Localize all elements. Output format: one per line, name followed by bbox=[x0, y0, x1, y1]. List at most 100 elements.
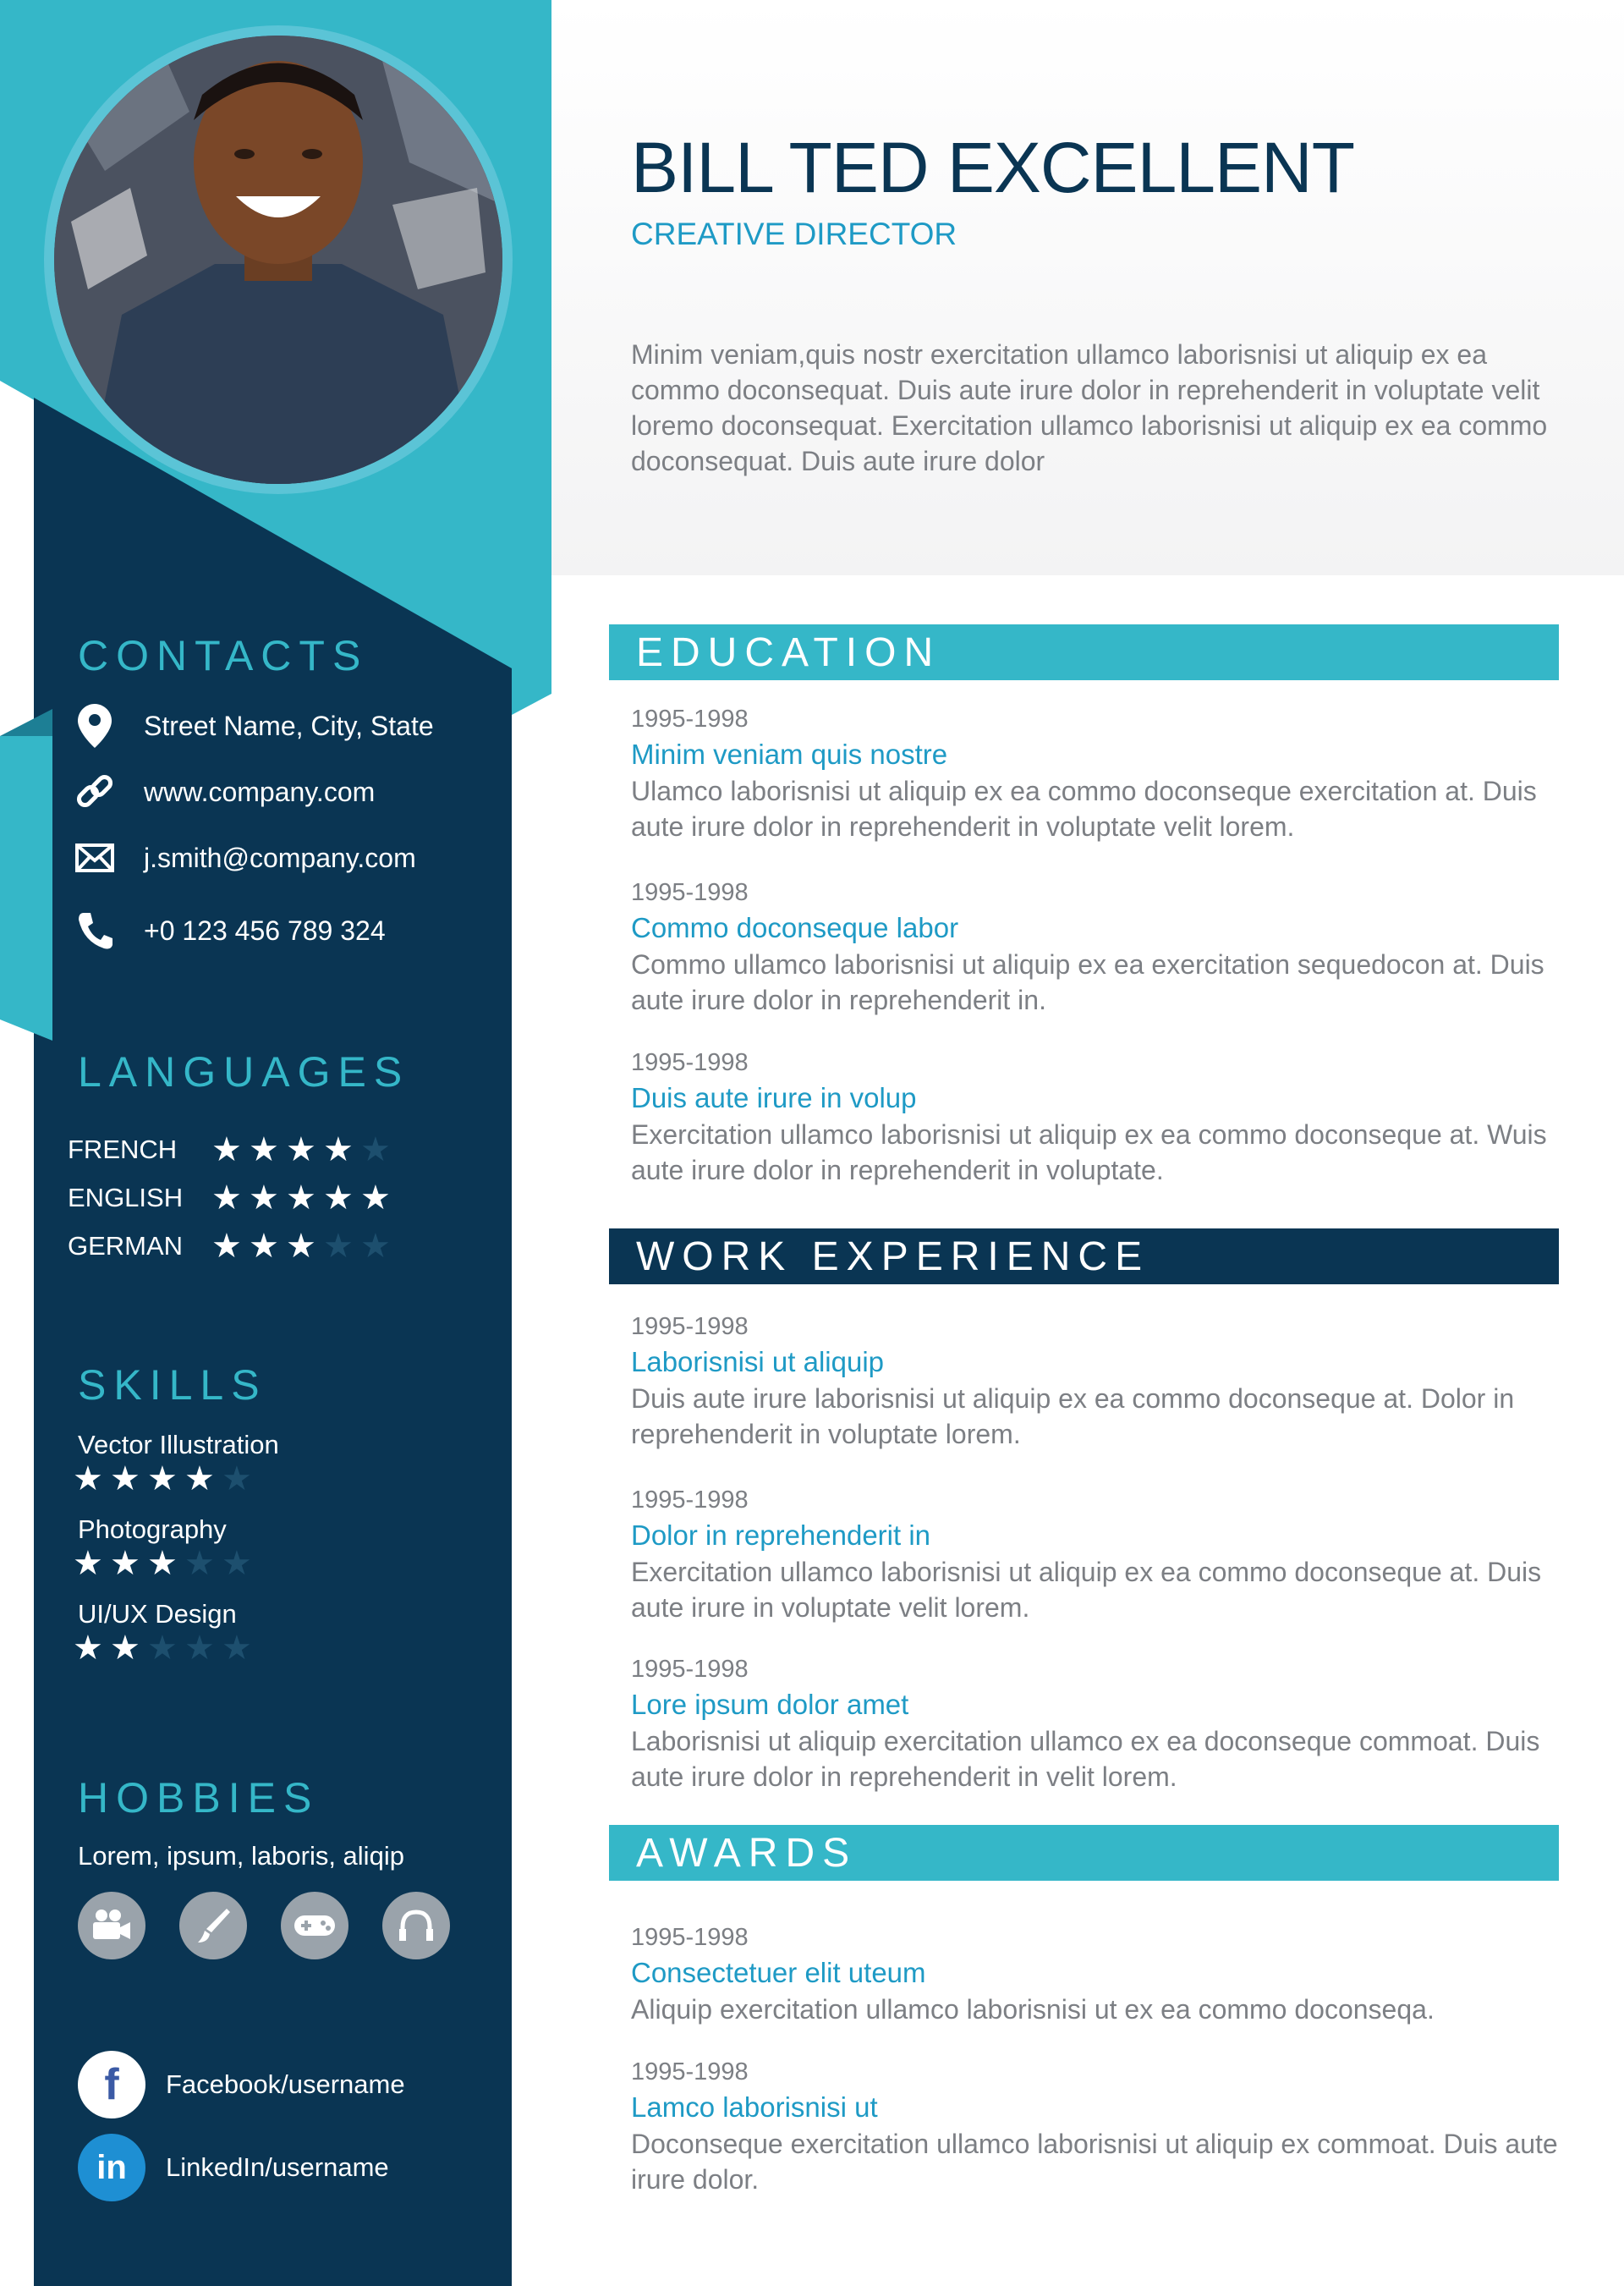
entry-description: Laborisnisi ut aliquip exercitation ulla… bbox=[631, 1726, 1540, 1792]
entry-years: 1995-1998 bbox=[631, 1049, 749, 1076]
education-heading: EDUCATION bbox=[609, 624, 1559, 680]
entry-description: Doconseque exercitation ullamco laborisn… bbox=[631, 2129, 1558, 2195]
social-linkedin[interactable]: in LinkedIn/username bbox=[78, 2134, 484, 2201]
contact-website[interactable]: www.company.com bbox=[73, 767, 479, 817]
star-icon: ★ bbox=[73, 1629, 103, 1667]
gamepad-icon bbox=[281, 1892, 348, 1959]
language-name: FRENCH bbox=[68, 1135, 178, 1164]
skill-rating: ★ ★ ★ ★ ★ bbox=[73, 1547, 259, 1580]
star-icon: ★ bbox=[110, 1545, 140, 1582]
language-row: ENGLISH ★ ★ ★ ★ ★ bbox=[68, 1177, 423, 1219]
star-icon: ★ bbox=[286, 1131, 316, 1168]
location-pin-icon bbox=[73, 704, 117, 748]
languages-heading: LANGUAGES bbox=[78, 1048, 410, 1096]
language-row: FRENCH ★ ★ ★ ★ ★ bbox=[68, 1129, 423, 1171]
entry-description: Exercitation ullamco laborisnisi ut aliq… bbox=[631, 1557, 1542, 1623]
work-entry: 1995-1998 Laborisnisi ut aliquip Duis au… bbox=[631, 1310, 1578, 1452]
star-icon: ★ bbox=[249, 1131, 279, 1168]
facebook-username[interactable]: Facebook/username bbox=[166, 2069, 405, 2100]
award-entry: 1995-1998 Consectetuer elit uteum Aliqui… bbox=[631, 1921, 1578, 2027]
star-icon: ★ bbox=[286, 1228, 316, 1265]
award-entry: 1995-1998 Lamco laborisnisi ut Doconsequ… bbox=[631, 2055, 1578, 2197]
contact-phone: +0 123 456 789 324 bbox=[73, 905, 479, 956]
star-icon: ★ bbox=[110, 1629, 140, 1667]
awards-heading: AWARDS bbox=[609, 1825, 1559, 1881]
skill-rating: ★ ★ ★ ★ ★ bbox=[73, 1462, 259, 1496]
star-icon: ★ bbox=[249, 1179, 279, 1217]
entry-title: Dolor in reprehenderit in bbox=[631, 1519, 931, 1551]
contact-phone-text: +0 123 456 789 324 bbox=[144, 915, 386, 946]
work-entry: 1995-1998 Dolor in reprehenderit in Exer… bbox=[631, 1483, 1578, 1625]
entry-years: 1995-1998 bbox=[631, 1656, 749, 1683]
contact-email-text[interactable]: j.smith@company.com bbox=[144, 843, 416, 874]
linkedin-username[interactable]: LinkedIn/username bbox=[166, 2152, 389, 2183]
star-icon: ★ bbox=[249, 1228, 279, 1265]
star-icon: ★ bbox=[211, 1179, 242, 1217]
language-rating: ★ ★ ★ ★ ★ bbox=[211, 1133, 398, 1167]
education-entry: 1995-1998 Duis aute irure in volup Exerc… bbox=[631, 1046, 1578, 1188]
contact-address: Street Name, City, State bbox=[73, 701, 479, 751]
work-experience-heading: WORK EXPERIENCE bbox=[609, 1228, 1559, 1284]
entry-years: 1995-1998 bbox=[631, 1486, 749, 1514]
star-icon: ★ bbox=[360, 1179, 391, 1217]
star-icon: ★ bbox=[73, 1545, 103, 1582]
headphones-icon bbox=[382, 1892, 450, 1959]
person-name: BILL TED EXCELLENT bbox=[631, 128, 1355, 207]
social-facebook[interactable]: f Facebook/username bbox=[78, 2051, 484, 2118]
entry-years: 1995-1998 bbox=[631, 1313, 749, 1340]
brush-icon bbox=[179, 1892, 247, 1959]
hobbies-heading: HOBBIES bbox=[78, 1774, 320, 1822]
hobbies-text: Lorem, ipsum, laboris, aliqip bbox=[78, 1841, 404, 1871]
star-icon: ★ bbox=[323, 1179, 354, 1217]
facebook-icon[interactable]: f bbox=[78, 2051, 145, 2118]
star-icon: ★ bbox=[110, 1460, 140, 1497]
star-icon: ★ bbox=[211, 1228, 242, 1265]
intro-paragraph: Minim veniam,quis nostr exercitation ull… bbox=[631, 339, 1548, 476]
entry-title: Lore ipsum dolor amet bbox=[631, 1689, 909, 1720]
skill-name: Vector Illustration bbox=[78, 1430, 279, 1459]
entry-description: Ulamco laborisnisi ut aliquip ex ea comm… bbox=[631, 776, 1537, 842]
star-empty-icon: ★ bbox=[184, 1629, 215, 1667]
star-empty-icon: ★ bbox=[222, 1629, 252, 1667]
entry-description: Commo ullamco laborisnisi ut aliquip ex … bbox=[631, 949, 1544, 1015]
entry-title: Commo doconseque labor bbox=[631, 912, 959, 943]
star-icon: ★ bbox=[73, 1460, 103, 1497]
star-icon: ★ bbox=[323, 1131, 354, 1168]
star-icon: ★ bbox=[211, 1131, 242, 1168]
star-icon: ★ bbox=[147, 1545, 178, 1582]
entry-description: Exercitation ullamco laborisnisi ut aliq… bbox=[631, 1119, 1547, 1185]
entry-description: Duis aute irure laborisnisi ut aliquip e… bbox=[631, 1383, 1515, 1449]
star-icon: ★ bbox=[147, 1460, 178, 1497]
linkedin-icon[interactable]: in bbox=[78, 2134, 145, 2201]
skill-rating: ★ ★ ★ ★ ★ bbox=[73, 1631, 259, 1665]
person-role: CREATIVE DIRECTOR bbox=[631, 217, 957, 251]
entry-years: 1995-1998 bbox=[631, 706, 749, 733]
skills-heading: SKILLS bbox=[78, 1361, 267, 1409]
entry-description: Aliquip exercitation ullamco laborisnisi… bbox=[631, 1994, 1435, 2025]
education-entry: 1995-1998 Commo doconseque labor Commo u… bbox=[631, 876, 1578, 1018]
contact-address-text: Street Name, City, State bbox=[144, 710, 434, 741]
star-empty-icon: ★ bbox=[222, 1460, 252, 1497]
entry-years: 1995-1998 bbox=[631, 2058, 749, 2085]
contact-email[interactable]: j.smith@company.com bbox=[73, 833, 479, 883]
star-empty-icon: ★ bbox=[323, 1228, 354, 1265]
entry-years: 1995-1998 bbox=[631, 879, 749, 906]
work-entry: 1995-1998 Lore ipsum dolor amet Laborisn… bbox=[631, 1652, 1578, 1794]
entry-title: Minim veniam quis nostre bbox=[631, 739, 948, 770]
entry-title: Duis aute irure in volup bbox=[631, 1082, 917, 1113]
star-empty-icon: ★ bbox=[222, 1545, 252, 1582]
video-camera-icon bbox=[78, 1892, 145, 1959]
contacts-heading: CONTACTS bbox=[78, 632, 369, 679]
star-empty-icon: ★ bbox=[147, 1629, 178, 1667]
envelope-icon bbox=[73, 836, 117, 880]
star-icon: ★ bbox=[286, 1179, 316, 1217]
entry-title: Consectetuer elit uteum bbox=[631, 1957, 926, 1988]
entry-title: Laborisnisi ut aliquip bbox=[631, 1346, 885, 1377]
education-entry: 1995-1998 Minim veniam quis nostre Ulamc… bbox=[631, 702, 1578, 844]
contact-website-text[interactable]: www.company.com bbox=[144, 777, 375, 808]
star-icon: ★ bbox=[184, 1460, 215, 1497]
entry-years: 1995-1998 bbox=[631, 1924, 749, 1951]
language-name: ENGLISH bbox=[68, 1183, 184, 1212]
language-row: GERMAN ★ ★ ★ ★ ★ bbox=[68, 1225, 423, 1267]
link-icon bbox=[73, 770, 117, 814]
